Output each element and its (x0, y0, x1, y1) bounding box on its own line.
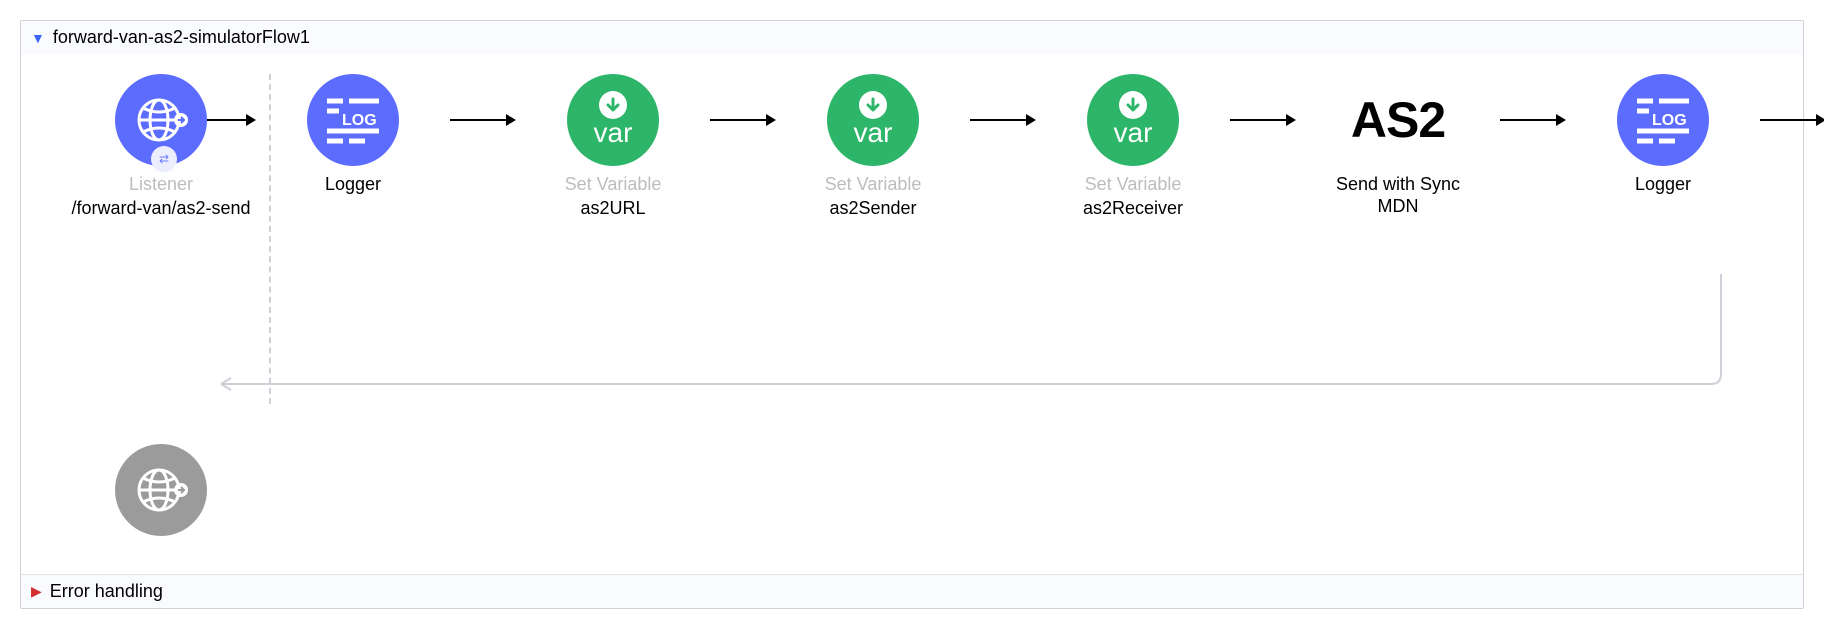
exchange-badge-icon: ⇄ (151, 146, 177, 172)
flow-header[interactable]: ▼ forward-van-as2-simulatorFlow1 (21, 21, 1803, 54)
set-variable-icon: var (567, 74, 659, 166)
setvar-label: Set Variable (565, 174, 662, 196)
as2-label: Send with Sync MDN (1313, 174, 1483, 217)
setvar-name: as2URL (580, 198, 645, 220)
flow-arrow (963, 74, 1043, 166)
collapse-icon[interactable]: ▼ (31, 30, 45, 46)
as2-send-node[interactable]: AS2 Send with Sync MDN (1303, 74, 1493, 217)
set-variable-icon: var (827, 74, 919, 166)
flow-arrow (1223, 74, 1303, 166)
set-variable-as2receiver-node[interactable]: var Set Variable as2Receiver (1043, 74, 1223, 219)
logger-icon: LOG (1617, 74, 1709, 166)
svg-text:LOG: LOG (1652, 112, 1687, 129)
listener-path: /forward-van/as2-send (71, 198, 250, 220)
setvar-label: Set Variable (1085, 174, 1182, 196)
set-variable-as2sender-node[interactable]: var Set Variable as2Sender (783, 74, 963, 219)
logger-node[interactable]: LOG Logger (263, 74, 443, 196)
flow-arrow (443, 74, 523, 166)
logger-icon: LOG (307, 74, 399, 166)
setvar-name: as2Sender (829, 198, 916, 220)
setvar-label: Set Variable (825, 174, 922, 196)
globe-icon: ⇄ (115, 74, 207, 166)
expand-icon[interactable]: ▶ (31, 583, 42, 600)
listener-label: Listener (129, 174, 193, 196)
flow-arrow (703, 74, 783, 166)
flow-arrow (1753, 74, 1824, 166)
response-node[interactable] (115, 444, 207, 544)
flow-title: forward-van-as2-simulatorFlow1 (53, 27, 310, 48)
flow-arrow (1493, 74, 1573, 166)
svg-text:LOG: LOG (342, 112, 377, 129)
error-handling-title: Error handling (50, 581, 163, 602)
logger-label: Logger (1635, 174, 1691, 196)
error-handling-header[interactable]: ▶ Error handling (21, 574, 1803, 608)
flow-container: ▼ forward-van-as2-simulatorFlow1 (20, 20, 1804, 609)
globe-icon (115, 444, 207, 536)
logger-label: Logger (325, 174, 381, 196)
set-variable-icon: var (1087, 74, 1179, 166)
setvar-name: as2Receiver (1083, 198, 1183, 220)
flow-body: ⇄ Listener /forward-van/as2-send (21, 54, 1803, 574)
logger-node[interactable]: LOG Logger (1573, 74, 1753, 196)
set-variable-as2url-node[interactable]: var Set Variable as2URL (523, 74, 703, 219)
as2-icon: AS2 (1352, 74, 1444, 166)
